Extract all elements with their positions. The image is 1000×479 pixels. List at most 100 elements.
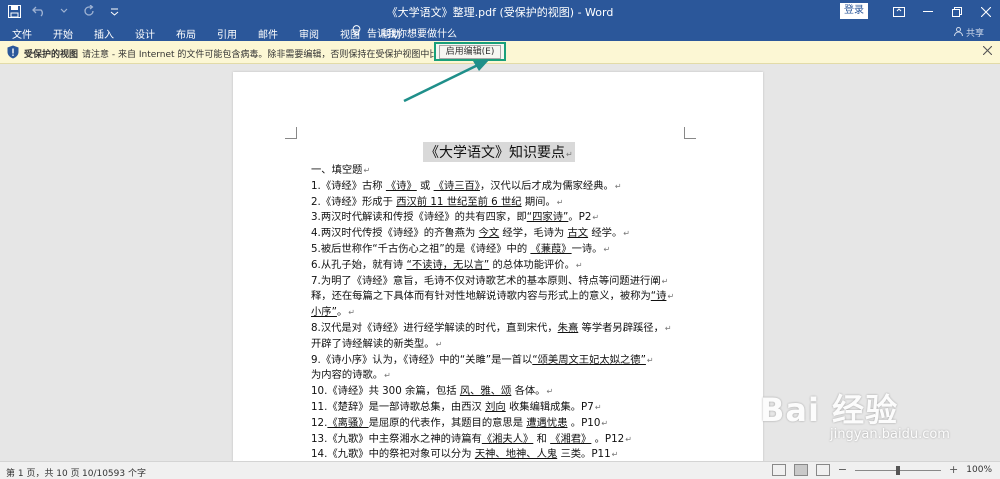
- share-label: 共享: [965, 29, 984, 39]
- underlined-answer: 《湘君》: [550, 432, 592, 445]
- line-text: 7.为明了《诗经》意旨，毛诗不仅对诗歌艺术的基本原则、特点等问题进行阐: [311, 274, 661, 287]
- line-text: 释，还在每篇之下具体而有针对性地解说诗歌内容与形式上的意义，被称为: [311, 290, 651, 303]
- document-line: 3.两汉时代解读和传授《诗经》的共有四家，即“四家诗”。P2↵: [311, 210, 686, 226]
- ribbon-display-options-icon[interactable]: [884, 0, 913, 23]
- underlined-answer: 朱熹: [557, 321, 579, 334]
- share-button[interactable]: 共享: [953, 26, 984, 39]
- paragraph-mark: ↵: [603, 244, 611, 254]
- document-line: 为内容的诗歌。↵: [311, 368, 686, 384]
- tell-me-search[interactable]: 告诉我你想要做什么: [352, 25, 457, 40]
- line-text: 9.《诗小序》认为，《诗经》中的“关雎”是一首以: [311, 353, 533, 366]
- page-count[interactable]: 第 1 页，共 10 页: [6, 466, 80, 479]
- paragraph-mark: ↵: [348, 308, 355, 318]
- underlined-answer: “不读诗，无以言”: [406, 258, 490, 271]
- paragraph-mark: ↵: [435, 339, 443, 349]
- tab-design[interactable]: 设计: [135, 26, 164, 41]
- tab-file[interactable]: 文件: [12, 26, 41, 41]
- enable-editing-button[interactable]: 启用编辑(E): [438, 45, 502, 59]
- tab-layout[interactable]: 布局: [176, 26, 205, 41]
- line-text: 14.《九歌》中的祭祀对象可以分为: [311, 448, 475, 461]
- status-bar: 第 1 页，共 10 页 10/10593 个字 − + 100%: [0, 461, 1000, 479]
- word-count[interactable]: 10/10593 个字: [82, 466, 146, 479]
- underlined-answer: 《离骚》: [327, 416, 369, 429]
- underlined-answer: 今文: [478, 227, 500, 240]
- document-line: 2.《诗经》形成于 西汉前 11 世纪至前 6 世纪 期间。↵: [311, 195, 686, 211]
- line-text: 一诗。: [571, 242, 603, 255]
- paragraph-mark: ↵: [566, 150, 573, 159]
- underlined-answer: 《湘夫人》: [481, 432, 534, 445]
- underlined-answer: 天神、地神、人鬼: [474, 448, 558, 461]
- web-layout-view-icon[interactable]: [815, 464, 830, 476]
- protected-view-message: 请注意 - 来自 Internet 的文件可能包含病毒。除非需要编辑，否则保持在…: [82, 50, 475, 60]
- document-line: 1.《诗经》古称 《诗》 或 《诗三百》，汉代以后才成为儒家经典。↵: [311, 179, 686, 195]
- line-text: 或: [416, 179, 434, 192]
- line-text: ，汉代以后才成为儒家经典。: [479, 179, 614, 192]
- line-text: 等学者另辟蹊径，: [578, 321, 664, 334]
- zoom-slider-thumb[interactable]: [896, 465, 901, 475]
- underlined-answer: 刘向: [485, 400, 506, 413]
- line-text: 各体。: [511, 385, 546, 398]
- protected-view-bar: 受保护的视图 请注意 - 来自 Internet 的文件可能包含病毒。除非需要编…: [0, 41, 1000, 64]
- tab-mailings[interactable]: 邮件: [258, 26, 287, 41]
- line-text: 3.两汉时代解读和传授《诗经》的共有四家，即: [311, 211, 527, 224]
- tab-insert[interactable]: 插入: [94, 26, 123, 41]
- close-icon[interactable]: [982, 45, 993, 58]
- print-layout-view-icon[interactable]: [793, 464, 808, 476]
- document-line: 7.为明了《诗经》意旨，毛诗不仅对诗歌艺术的基本原则、特点等问题进行阐↵: [311, 274, 686, 290]
- document-line: 8.汉代是对《诗经》进行经学解读的时代，直到宋代，朱熹 等学者另辟蹊径，↵: [311, 321, 686, 337]
- paragraph-mark: ↵: [661, 276, 669, 286]
- person-icon: [953, 26, 963, 39]
- document-line: 10.《诗经》共 300 余篇，包括 风、雅、颂 各体。↵: [311, 384, 686, 400]
- minimize-icon[interactable]: [913, 0, 942, 23]
- tab-review[interactable]: 审阅: [299, 26, 328, 41]
- margin-corner-mark: [684, 127, 696, 139]
- zoom-level[interactable]: 100%: [966, 465, 992, 475]
- document-line: 5.被后世称作“千古伤心之祖”的是《诗经》中的 《蒹葭》一诗。↵: [311, 242, 686, 258]
- paragraph-mark: ↵: [664, 323, 672, 333]
- underlined-answer: 《诗》: [385, 179, 417, 192]
- protected-view-title: 受保护的视图: [24, 50, 79, 60]
- zoom-out-icon[interactable]: −: [838, 464, 847, 475]
- shield-icon: [7, 45, 19, 62]
- title-bar: 《大学语文》整理.pdf (受保护的视图) - Word 登录: [0, 0, 1000, 23]
- tab-home[interactable]: 开始: [53, 26, 82, 41]
- login-button[interactable]: 登录: [840, 3, 868, 19]
- underlined-answer: 西汉前 11 世纪至前 6 世纪: [396, 195, 522, 208]
- paragraph-mark: ↵: [384, 371, 391, 381]
- underlined-answer: 小序”: [311, 306, 337, 319]
- underlined-answer: 《诗三百》: [433, 179, 480, 192]
- restore-icon[interactable]: [942, 0, 971, 23]
- paragraph-mark: ↵: [363, 166, 371, 175]
- paragraph-mark: ↵: [601, 418, 609, 428]
- line-text: 8.汉代是对《诗经》进行经学解读的时代，直到宋代，: [311, 321, 558, 334]
- document-title-text: 《大学语文》知识要点: [425, 145, 565, 161]
- paragraph-mark: ↵: [646, 355, 654, 365]
- paragraph-mark: ↵: [614, 181, 622, 191]
- close-icon[interactable]: [971, 0, 1000, 23]
- line-text: 的总体功能评价。: [489, 258, 575, 271]
- zoom-in-icon[interactable]: +: [949, 464, 958, 475]
- underlined-answer: 风、雅、颂: [459, 385, 512, 398]
- document-line: 13.《九歌》中主祭湘水之神的诗篇有《湘夫人》 和 《湘君》 。P12↵: [311, 432, 686, 448]
- line-text: 三类。P11: [557, 448, 611, 461]
- paragraph-mark: ↵: [592, 213, 600, 223]
- document-line: 一、填空题↵: [311, 163, 686, 179]
- paragraph-mark: ↵: [623, 229, 630, 239]
- document-page[interactable]: 《大学语文》知识要点↵ 一、填空题↵ 1.《诗经》古称 《诗》 或 《诗三百》，汉…: [233, 72, 763, 461]
- margin-corner-mark: [285, 127, 297, 139]
- ribbon-tabs-bar: 文件 开始 插入 设计 布局 引用 邮件 审阅 视图 帮助 告诉我你想要做什么 …: [0, 23, 1000, 41]
- line-text: 。: [336, 306, 348, 319]
- paragraph-mark: ↵: [556, 197, 564, 207]
- read-mode-view-icon[interactable]: [771, 464, 786, 476]
- paragraph-mark: ↵: [546, 387, 554, 397]
- enable-editing-highlight: 启用编辑(E): [434, 42, 506, 61]
- line-text: 。P10: [567, 416, 601, 429]
- document-line: 6.从孔子始，就有诗 “不读诗，无以言” 的总体功能评价。↵: [311, 258, 686, 274]
- tab-references[interactable]: 引用: [217, 26, 246, 41]
- document-line: 9.《诗小序》认为，《诗经》中的“关雎”是一首以“颂美周文王妃太姒之德”↵: [311, 353, 686, 369]
- document-line: 开辟了诗经解读的新类型。↵: [311, 337, 686, 353]
- zoom-slider[interactable]: [855, 465, 942, 475]
- line-text: 一、填空题: [311, 164, 363, 176]
- line-text: 和: [533, 432, 551, 445]
- line-text: 是屈原的代表作，其题目的意思是: [368, 416, 527, 429]
